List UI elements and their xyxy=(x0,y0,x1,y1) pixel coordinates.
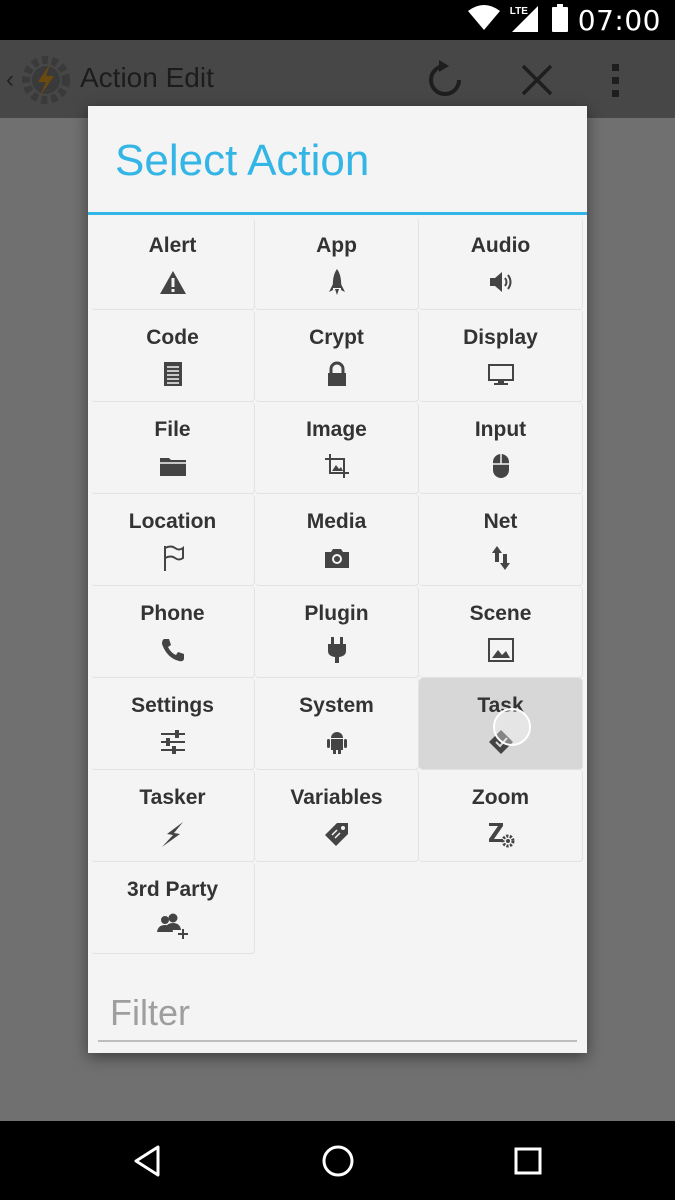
select-action-dialog: Select Action Alert App Audio Code Crypt… xyxy=(88,106,587,1053)
category-image[interactable]: Image xyxy=(255,402,419,494)
category-label: Display xyxy=(463,326,538,349)
category-label: Tasker xyxy=(139,786,206,809)
category-label: Media xyxy=(306,510,367,533)
dialog-title: Select Action xyxy=(115,136,370,185)
network-type: LTE xyxy=(509,6,528,17)
home-circle-icon[interactable] xyxy=(318,1141,358,1181)
android-icon xyxy=(323,728,351,756)
refresh-icon[interactable] xyxy=(423,58,467,102)
category-label: App xyxy=(316,234,357,257)
mouse-icon xyxy=(487,452,515,480)
filter-input[interactable] xyxy=(98,986,577,1042)
category-scene[interactable]: Scene xyxy=(419,586,583,678)
overflow-menu-icon[interactable] xyxy=(606,58,626,102)
speaker-icon xyxy=(487,268,515,296)
monitor-icon xyxy=(487,360,515,388)
back-chevron-icon[interactable]: ‹ xyxy=(6,66,14,94)
cellular-signal-icon: LTE xyxy=(510,6,542,34)
category-display[interactable]: Display xyxy=(419,310,583,402)
category-label: Audio xyxy=(470,234,531,257)
category-label: Scene xyxy=(469,602,532,625)
category-label: 3rd Party xyxy=(126,878,219,901)
battery-icon xyxy=(551,3,568,37)
status-bar: LTE 07:00 xyxy=(0,0,675,40)
category-app[interactable]: App xyxy=(255,218,419,310)
picture-icon xyxy=(487,636,515,664)
category-net[interactable]: Net xyxy=(419,494,583,586)
rocket-icon xyxy=(323,268,351,296)
title-divider xyxy=(88,212,587,215)
plug-icon xyxy=(323,636,351,664)
category-phone[interactable]: Phone xyxy=(91,586,255,678)
category-label: Image xyxy=(306,418,367,441)
category-tasker[interactable]: Tasker xyxy=(91,770,255,862)
recents-square-icon[interactable] xyxy=(508,1141,548,1181)
category-system[interactable]: System xyxy=(255,678,419,770)
clock: 07:00 xyxy=(577,3,661,37)
category-alert[interactable]: Alert xyxy=(91,218,255,310)
touch-ripple xyxy=(493,708,531,746)
tag-icon xyxy=(323,820,351,848)
category-label: Variables xyxy=(290,786,383,809)
document-icon xyxy=(159,360,187,388)
phone-icon xyxy=(159,636,187,664)
back-triangle-icon[interactable] xyxy=(128,1141,168,1181)
category-label: Code xyxy=(146,326,199,349)
category-label: Phone xyxy=(140,602,205,625)
category-label: System xyxy=(299,694,374,717)
tasker-logo-icon xyxy=(20,54,72,106)
category-location[interactable]: Location xyxy=(91,494,255,586)
folder-icon xyxy=(159,452,187,480)
lock-icon xyxy=(323,360,351,388)
category-label: Crypt xyxy=(309,326,364,349)
navigation-bar xyxy=(0,1121,675,1200)
close-icon[interactable] xyxy=(515,58,559,102)
sliders-icon xyxy=(159,728,187,756)
category-label: Net xyxy=(483,510,518,533)
category-label: Alert xyxy=(148,234,197,257)
page-title: Action Edit xyxy=(80,62,214,93)
category-label: Plugin xyxy=(304,602,369,625)
category-settings[interactable]: Settings xyxy=(91,678,255,770)
category-code[interactable]: Code xyxy=(91,310,255,402)
category-variables[interactable]: Variables xyxy=(255,770,419,862)
crop-icon xyxy=(323,452,351,480)
up-down-arrows-icon xyxy=(487,544,515,572)
flag-icon xyxy=(159,544,187,572)
category-zoom[interactable]: Zoom xyxy=(419,770,583,862)
camera-icon xyxy=(323,544,351,572)
category-3rd-party[interactable]: 3rd Party xyxy=(91,862,255,954)
category-file[interactable]: File xyxy=(91,402,255,494)
category-audio[interactable]: Audio xyxy=(419,218,583,310)
category-plugin[interactable]: Plugin xyxy=(255,586,419,678)
zoom-gear-icon xyxy=(487,820,515,848)
category-label: Zoom xyxy=(471,786,530,809)
category-crypt[interactable]: Crypt xyxy=(255,310,419,402)
lightning-icon xyxy=(159,820,187,848)
wifi-icon xyxy=(467,4,500,36)
category-input[interactable]: Input xyxy=(419,402,583,494)
category-task[interactable]: Task xyxy=(419,678,583,770)
category-media[interactable]: Media xyxy=(255,494,419,586)
category-label: Location xyxy=(128,510,217,533)
category-label: File xyxy=(154,418,191,441)
category-label: Settings xyxy=(131,694,214,717)
warning-icon xyxy=(159,268,187,296)
category-label: Input xyxy=(474,418,527,441)
people-add-icon xyxy=(155,912,191,940)
